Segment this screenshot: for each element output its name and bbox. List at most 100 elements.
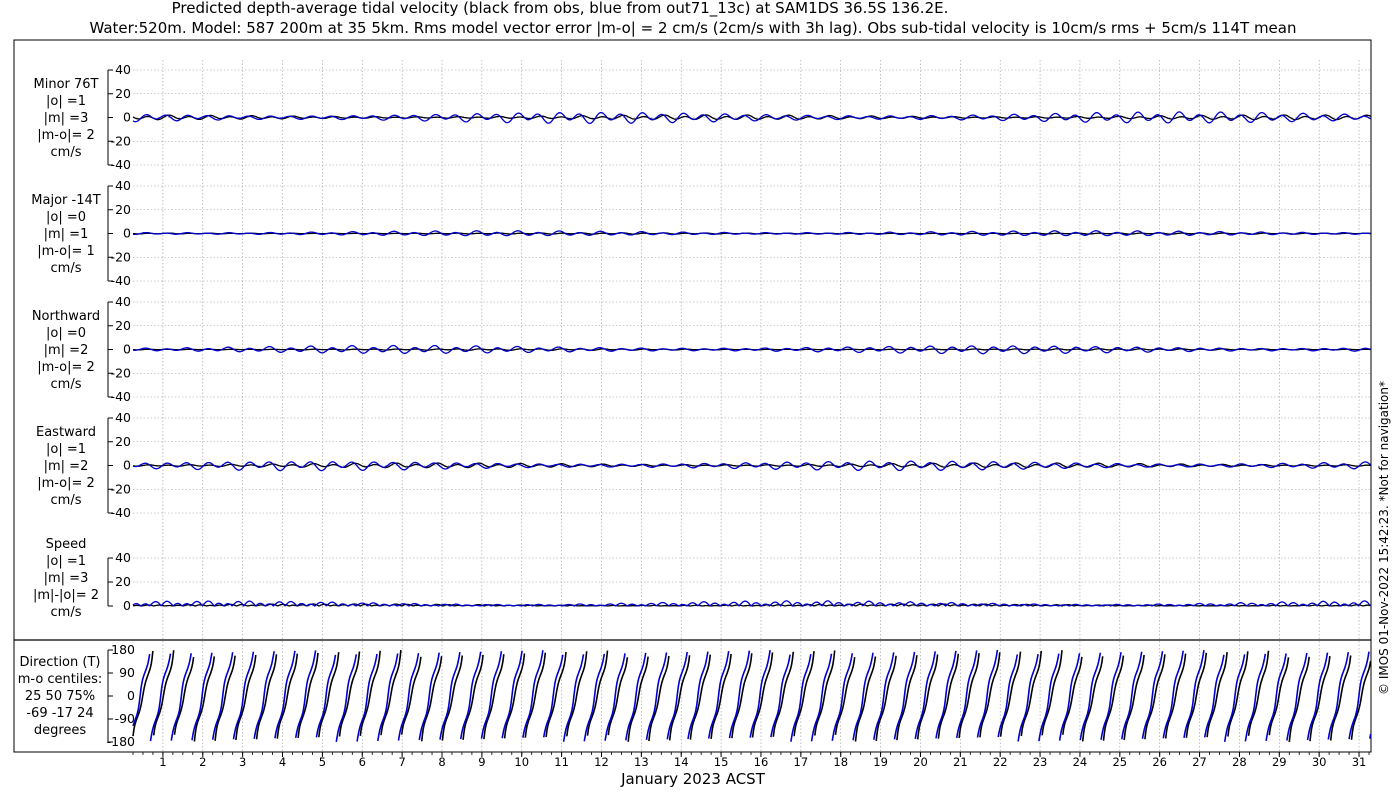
y-tick-label: 40 xyxy=(115,550,131,565)
panel-label-line: Major -14T xyxy=(31,193,100,208)
panel-5: 40 20 0 Speed |o| =1 |m| =3 |m|-|o|= 2 cm/s xyxy=(33,537,1372,620)
panel-label-line: |o| =0 xyxy=(46,210,86,225)
x-tick-label-6: 6 xyxy=(359,755,366,769)
x-tick-label-5: 5 xyxy=(319,755,326,769)
y-tick-label: 40 xyxy=(115,410,131,425)
plot-frame xyxy=(13,39,1372,753)
y-tick-label: 20 xyxy=(115,202,131,217)
x-tick-label-3: 3 xyxy=(239,755,246,769)
y-tick-label: 40 xyxy=(115,178,131,193)
x-tick-label-19: 19 xyxy=(873,755,888,769)
panel-label-line: Speed xyxy=(46,537,87,552)
y-tick-label: 180 xyxy=(111,642,135,657)
y-tick-label: -20 xyxy=(111,365,131,380)
y-tick-label: 20 xyxy=(115,574,131,589)
x-tick-label-27: 27 xyxy=(1192,755,1207,769)
chart-title-line-2: Water:520m. Model: 587 200m at 35 5km. R… xyxy=(89,19,1296,37)
x-tick-label-9: 9 xyxy=(478,755,485,769)
x-tick-label-20: 20 xyxy=(913,755,928,769)
panel-label-line: Eastward xyxy=(36,425,96,440)
y-tick-label: -40 xyxy=(111,389,131,404)
x-tick-label-1: 1 xyxy=(159,755,166,769)
y-tick-label: -40 xyxy=(111,273,131,288)
panel-label-line: cm/s xyxy=(51,145,82,160)
x-tick-label-17: 17 xyxy=(794,755,809,769)
panel-label-line: |m-o|= 2 xyxy=(37,360,95,375)
y-tick-label: 0 xyxy=(123,342,131,357)
panel-4: 40 20 0 -20 -40 Eastward |o| =1 |m| =2 |m-o|= 2 c… xyxy=(36,410,1372,520)
y-tick-label: -40 xyxy=(111,505,131,520)
y-tick-label: 0 xyxy=(123,598,131,613)
y-tick-label: 20 xyxy=(115,318,131,333)
x-tick-label-22: 22 xyxy=(993,755,1008,769)
y-tick-label: 40 xyxy=(115,294,131,309)
panel-label-line: |m|-|o|= 2 xyxy=(33,588,99,603)
y-tick-label: 0 xyxy=(123,110,131,125)
panel-3: 40 20 0 -20 -40 Northward |o| =0 |m| =2 |m-o|= 2… xyxy=(32,294,1371,404)
panel-label-line: cm/s xyxy=(51,377,82,392)
y-tick-label: 40 xyxy=(115,62,131,77)
direction-label-line: degrees xyxy=(34,723,87,738)
x-tick-label-12: 12 xyxy=(594,755,609,769)
panel-label-line: |o| =1 xyxy=(46,554,86,569)
direction-label-line: 25 50 75% xyxy=(25,689,95,704)
panel-label-line: |o| =0 xyxy=(46,326,86,341)
direction-label-line: Direction (T) xyxy=(20,655,101,670)
x-tick-label-13: 13 xyxy=(634,755,649,769)
x-tick-label-24: 24 xyxy=(1073,755,1088,769)
panel-label-line: |o| =1 xyxy=(46,94,86,109)
y-tick-label: -90 xyxy=(115,711,135,726)
panel-label-line: cm/s xyxy=(51,493,82,508)
y-tick-label: 0 xyxy=(123,226,131,241)
x-tick-label-26: 26 xyxy=(1152,755,1167,769)
x-tick-label-21: 21 xyxy=(953,755,968,769)
panel-label-line: Northward xyxy=(32,309,100,324)
tidal-velocity-chart: Predicted depth-average tidal velocity (… xyxy=(13,0,1391,788)
direction-label-line: m-o centiles: xyxy=(18,672,103,687)
x-axis-label: January 2023 ACST xyxy=(620,770,766,788)
y-tick-label: -20 xyxy=(111,133,131,148)
x-tick-label-11: 11 xyxy=(554,755,569,769)
panel-label-line: |m| =1 xyxy=(44,227,89,242)
panel-2: 40 20 0 -20 -40 Major -14T |o| =0 |m| =1 |m-o|= … xyxy=(31,178,1371,288)
x-tick-label-7: 7 xyxy=(398,755,405,769)
x-tick-label-25: 25 xyxy=(1112,755,1127,769)
panel-label-line: Minor 76T xyxy=(34,77,99,92)
y-tick-label: 20 xyxy=(115,86,131,101)
direction-label-line: -69 -17 24 xyxy=(26,706,93,721)
x-axis: 1 2 3 4 5 6 7 8 9 10 11 12 13 14 15 16 17 18 19 20 21 22 23 24 2… xyxy=(132,752,1370,769)
chart-title-line-1: Predicted depth-average tidal velocity (… xyxy=(172,0,949,18)
y-tick-label: 90 xyxy=(119,665,135,680)
x-tick-label-8: 8 xyxy=(438,755,445,769)
panel-label-line: |m| =3 xyxy=(44,111,89,126)
panel-label-line: |m-o|= 1 xyxy=(37,244,95,259)
copyright-side-text: © IMOS 01-Nov-2022 15:42:23. *Not for na… xyxy=(1377,381,1391,695)
x-tick-label-31: 31 xyxy=(1352,755,1367,769)
grid-layer xyxy=(162,60,1360,752)
x-tick-label-2: 2 xyxy=(199,755,206,769)
panel-1: 40 20 0 -20 -40 Minor 76T |o| =1 |m| =3 |m-o|= 2… xyxy=(34,62,1371,172)
x-tick-label-15: 15 xyxy=(714,755,729,769)
y-tick-label: 20 xyxy=(115,434,131,449)
model-series-line xyxy=(132,111,1371,125)
x-tick-label-18: 18 xyxy=(833,755,848,769)
panel-label-line: |m| =2 xyxy=(44,343,89,358)
x-tick-label-16: 16 xyxy=(754,755,769,769)
x-tick-label-30: 30 xyxy=(1312,755,1327,769)
x-tick-label-10: 10 xyxy=(514,755,529,769)
panels-layer: 40 20 0 -20 -40 Minor 76T |o| =1 |m| =3 |m-o|= 2… xyxy=(18,62,1372,749)
x-tick-label-23: 23 xyxy=(1033,755,1048,769)
panel-label-line: |m| =2 xyxy=(44,459,89,474)
x-tick-label-4: 4 xyxy=(279,755,286,769)
model-series-line xyxy=(132,460,1372,472)
y-tick-label: -40 xyxy=(111,157,131,172)
panel-label-line: cm/s xyxy=(51,605,82,620)
x-tick-label-14: 14 xyxy=(674,755,689,769)
y-tick-label: -20 xyxy=(111,481,131,496)
y-tick-label: 0 xyxy=(127,688,135,703)
panel-label-line: |o| =1 xyxy=(46,442,86,457)
y-tick-label: -20 xyxy=(111,249,131,264)
x-tick-label-29: 29 xyxy=(1272,755,1287,769)
panel-label-line: |m-o|= 2 xyxy=(37,476,95,491)
panel-label-line: cm/s xyxy=(51,261,82,276)
